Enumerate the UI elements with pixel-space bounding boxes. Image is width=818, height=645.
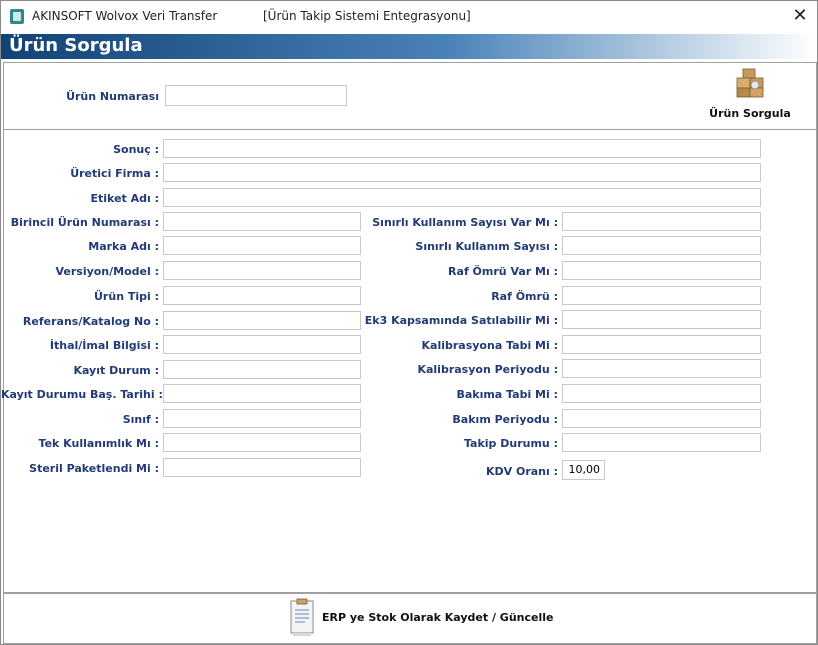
kayit-durumu-bas-tarihi-label: Kayıt Durumu Baş. Tarihi : xyxy=(1,388,163,401)
referans-katalog-no-label: Referans/Katalog No : xyxy=(22,315,159,328)
marka-adi-label: Marka Adı : xyxy=(88,240,159,253)
tek-kullanimlik-mi-label: Tek Kullanımlık Mı : xyxy=(38,437,159,450)
raf-omru-label: Raf Ömrü : xyxy=(491,290,558,303)
versiyon-model-field[interactable] xyxy=(163,261,361,280)
raf-omru-var-mi-label: Raf Ömrü Var Mı : xyxy=(448,265,558,278)
sonuc-label: Sonuç : xyxy=(113,143,159,156)
window-title: AKINSOFT Wolvox Veri Transfer xyxy=(32,9,218,23)
page-header: Ürün Sorgula xyxy=(1,34,817,59)
kalibrasyon-periyodu-field[interactable] xyxy=(562,359,761,378)
sinirli-kullanim-sayisi-field[interactable] xyxy=(562,236,761,255)
ek3-kapsaminda-satilabilir-mi-label: Ek3 Kapsamında Satılabilir Mi : xyxy=(364,314,558,327)
kalibrasyona-tabi-mi-field[interactable] xyxy=(562,335,761,354)
urun-tipi-field[interactable] xyxy=(163,286,361,305)
window-subtitle: [Ürün Takip Sistemi Entegrasyonu] xyxy=(263,9,471,23)
app-logo-icon xyxy=(10,9,24,24)
bakima-tabi-mi-label: Bakıma Tabi Mi : xyxy=(456,388,558,401)
bakim-periyodu-field[interactable] xyxy=(562,409,761,428)
sinif-field[interactable] xyxy=(163,409,361,428)
bakim-periyodu-label: Bakım Periyodu : xyxy=(452,413,558,426)
product-number-label: Ürün Numarası xyxy=(66,90,159,103)
sinirli-kullanim-sayisi-var-mi-label: Sınırlı Kullanım Sayısı Var Mı : xyxy=(372,216,558,229)
referans-katalog-no-field[interactable] xyxy=(163,311,361,330)
etiket-adi-label: Etiket Adı : xyxy=(90,192,160,205)
birincil-urun-numarasi-field[interactable] xyxy=(163,212,361,231)
versiyon-model-label: Versiyon/Model : xyxy=(55,265,159,278)
birincil-urun-numarasi-label: Birincil Ürün Numarası : xyxy=(10,216,159,229)
kayit-durumu-bas-tarihi-field[interactable] xyxy=(163,384,361,403)
sonuc-field[interactable] xyxy=(163,139,761,158)
takip-durumu-field[interactable] xyxy=(562,433,761,452)
ithal-imal-bilgisi-label: İthal/İmal Bilgisi : xyxy=(49,339,159,352)
query-product-label: Ürün Sorgula xyxy=(709,107,791,120)
raf-omru-var-mi-field[interactable] xyxy=(562,261,761,280)
kayit-durum-field[interactable] xyxy=(163,360,361,379)
sinif-label: Sınıf : xyxy=(122,413,159,426)
title-bar: AKINSOFT Wolvox Veri Transfer [Ürün Taki… xyxy=(1,1,817,33)
etiket-adi-field[interactable] xyxy=(163,188,761,207)
bakima-tabi-mi-field[interactable] xyxy=(562,384,761,403)
kalibrasyona-tabi-mi-label: Kalibrasyona Tabi Mi : xyxy=(421,339,559,352)
query-product-button[interactable]: Ürün Sorgula xyxy=(703,64,797,122)
ithal-imal-bilgisi-field[interactable] xyxy=(163,335,361,354)
boxes-icon xyxy=(736,68,764,98)
kayit-durum-label: Kayıt Durum : xyxy=(73,364,159,377)
page-title: Ürün Sorgula xyxy=(9,35,143,56)
raf-omru-field[interactable] xyxy=(562,286,761,305)
urun-tipi-label: Ürün Tipi : xyxy=(94,290,159,303)
steril-paketlendi-mi-field[interactable] xyxy=(163,458,361,477)
clipboard-document-icon xyxy=(290,598,314,636)
takip-durumu-label: Takip Durumu : xyxy=(463,437,558,450)
uretici-firma-field[interactable] xyxy=(163,163,761,182)
steril-paketlendi-mi-label: Steril Paketlendi Mi : xyxy=(29,462,159,475)
product-number-input[interactable] xyxy=(165,85,347,106)
erp-save-label: ERP ye Stok Olarak Kaydet / Güncelle xyxy=(322,611,554,624)
marka-adi-field[interactable] xyxy=(163,236,361,255)
erp-save-button[interactable]: ERP ye Stok Olarak Kaydet / Güncelle xyxy=(289,598,553,640)
sinirli-kullanim-sayisi-var-mi-field[interactable] xyxy=(562,212,761,231)
sinirli-kullanim-sayisi-label: Sınırlı Kullanım Sayısı : xyxy=(415,240,558,253)
close-icon[interactable]: ✕ xyxy=(787,6,813,28)
ek3-kapsaminda-satilabilir-mi-field[interactable] xyxy=(562,310,761,329)
kdv-orani-label: KDV Oranı : xyxy=(485,465,558,478)
kdv-orani-field[interactable]: 10,00 xyxy=(562,460,605,480)
tek-kullanimlik-mi-field[interactable] xyxy=(163,433,361,452)
uretici-firma-label: Üretici Firma : xyxy=(70,167,159,180)
kalibrasyon-periyodu-label: Kalibrasyon Periyodu : xyxy=(417,363,558,376)
app-window: AKINSOFT Wolvox Veri Transfer [Ürün Taki… xyxy=(0,0,818,645)
